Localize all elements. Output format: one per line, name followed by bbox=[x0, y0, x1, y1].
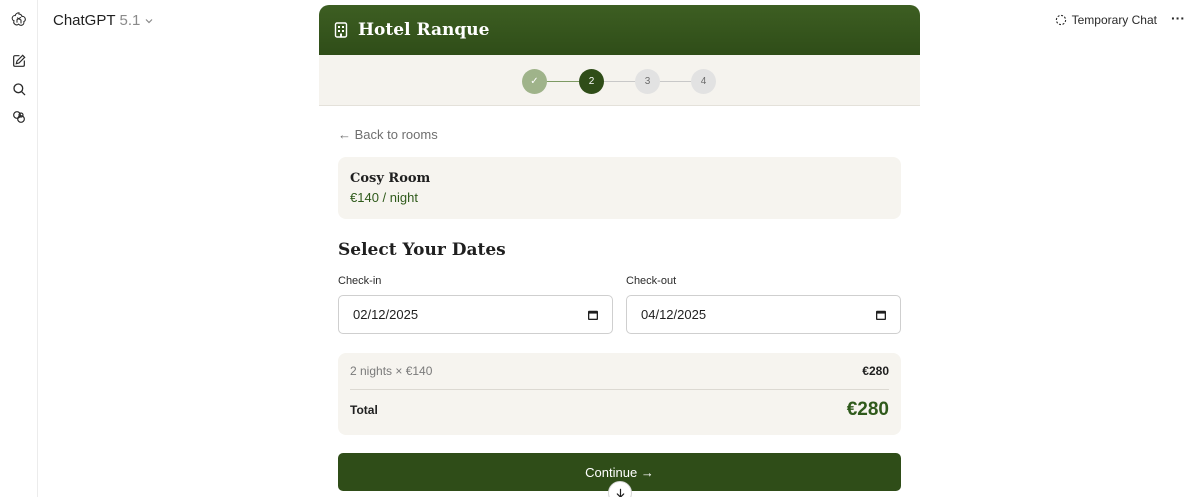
calendar-icon[interactable] bbox=[587, 309, 599, 321]
back-to-rooms-link[interactable]: ← Back to rooms bbox=[338, 127, 438, 142]
left-rail bbox=[0, 0, 38, 497]
model-name: ChatGPT bbox=[53, 12, 116, 29]
nights-label: 2 nights × €140 bbox=[350, 364, 433, 378]
total-value: €280 bbox=[846, 399, 889, 420]
chevron-down-icon bbox=[145, 18, 153, 23]
date-selection: Check-in 02/12/2025 Check-out 04/12/2025 bbox=[338, 275, 901, 334]
check-out-value: 04/12/2025 bbox=[641, 307, 707, 322]
library-icon[interactable] bbox=[9, 107, 29, 127]
total-label: Total bbox=[350, 403, 378, 417]
arrow-down-icon bbox=[616, 488, 624, 497]
room-name: Cosy Room bbox=[350, 171, 431, 186]
building-icon bbox=[334, 22, 348, 38]
hotel-booking-app: Hotel Ranque ✓ 2 3 4 ← Back to rooms Cos… bbox=[319, 5, 920, 497]
booking-stepper: ✓ 2 3 4 bbox=[319, 55, 920, 106]
step-connector bbox=[547, 81, 579, 82]
step-3: 3 bbox=[635, 69, 660, 94]
room-price: €140 / night bbox=[350, 190, 418, 205]
total-line: Total €280 bbox=[350, 390, 889, 430]
price-summary: 2 nights × €140 €280 Total €280 bbox=[338, 353, 901, 435]
step-2-current: 2 bbox=[579, 69, 604, 94]
step-1-complete: ✓ bbox=[522, 69, 547, 94]
step-connector bbox=[604, 81, 636, 82]
model-switcher[interactable]: ChatGPT 5.1 bbox=[53, 12, 154, 29]
section-title: Select Your Dates bbox=[338, 240, 506, 260]
search-icon[interactable] bbox=[9, 79, 29, 99]
booking-content: ← Back to rooms Cosy Room €140 / night S… bbox=[319, 106, 920, 491]
step-connector bbox=[660, 81, 693, 82]
check-in-input[interactable]: 02/12/2025 bbox=[338, 295, 613, 334]
app-title: Hotel Ranque bbox=[358, 20, 490, 40]
calendar-icon[interactable] bbox=[875, 309, 887, 321]
nights-subtotal: €280 bbox=[862, 364, 889, 378]
temporary-chat-button[interactable]: Temporary Chat bbox=[1055, 13, 1157, 27]
temporary-chat-label: Temporary Chat bbox=[1071, 13, 1157, 27]
check-out-group: Check-out 04/12/2025 bbox=[626, 275, 901, 334]
check-out-input[interactable]: 04/12/2025 bbox=[626, 295, 901, 334]
new-chat-icon[interactable] bbox=[9, 51, 29, 71]
openai-logo-icon[interactable] bbox=[9, 10, 29, 30]
selected-room-card: Cosy Room €140 / night bbox=[338, 157, 901, 219]
check-out-label: Check-out bbox=[626, 275, 677, 287]
check-in-label: Check-in bbox=[338, 275, 382, 287]
model-version: 5.1 bbox=[119, 12, 141, 29]
step-4: 4 bbox=[691, 69, 716, 94]
check-in-group: Check-in 02/12/2025 bbox=[338, 275, 613, 334]
dashed-circle-icon bbox=[1055, 14, 1066, 26]
more-options-icon[interactable]: ··· bbox=[1170, 11, 1186, 27]
app-header: Hotel Ranque bbox=[319, 5, 920, 55]
nights-line: 2 nights × €140 €280 bbox=[350, 353, 889, 390]
check-in-value: 02/12/2025 bbox=[353, 307, 419, 322]
continue-label: Continue → bbox=[585, 464, 654, 480]
